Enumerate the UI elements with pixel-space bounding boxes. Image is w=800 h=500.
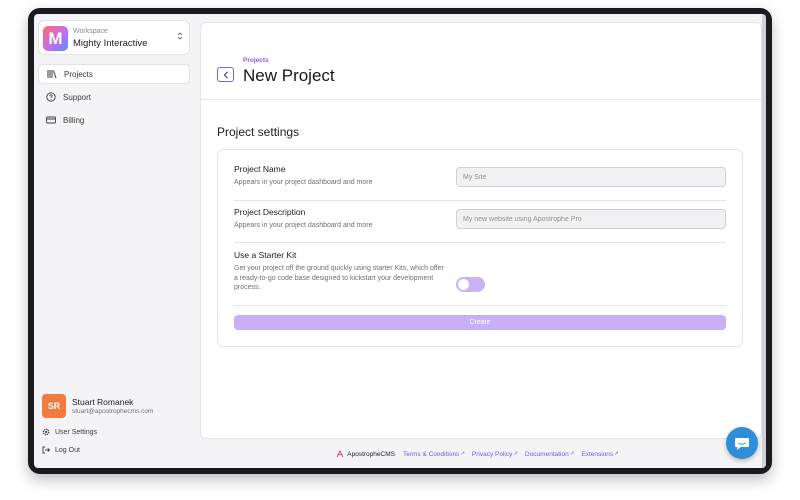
chat-bubble-icon (735, 437, 749, 450)
chat-button[interactable] (726, 427, 758, 459)
workspace-switcher[interactable]: M Workspace Mighty Interactive (38, 20, 190, 55)
divider (234, 200, 726, 201)
avatar: SR (42, 394, 66, 418)
user-profile: SR Stuart Romanek stuart@apostrophecms.c… (42, 394, 192, 420)
extensions-link[interactable]: Extensions ↗ (581, 451, 618, 458)
sidebar-item-label: Projects (64, 69, 93, 79)
extensions-link-label: Extensions (581, 450, 614, 458)
terms-link-label: Terms & Conditions (402, 450, 460, 458)
library-icon (47, 69, 57, 79)
main-panel: Projects New Project Project settings Pr… (200, 22, 762, 439)
sidebar-item-label: Support (63, 92, 92, 102)
user-name: Stuart Romanek (72, 397, 134, 407)
page-header: Projects New Project (201, 23, 761, 100)
user-settings-link[interactable]: User Settings (42, 428, 97, 436)
divider (234, 305, 726, 306)
workspace-caption: Workspace (73, 28, 108, 35)
project-name-help: Appears in your project dashboard and mo… (234, 179, 373, 186)
back-button[interactable] (217, 67, 234, 82)
toggle-knob (458, 279, 469, 290)
documentation-link[interactable]: Documentation ↗ (525, 451, 574, 458)
sidebar-item-support[interactable]: Support (38, 87, 190, 107)
logout-icon (42, 446, 50, 454)
create-button[interactable]: Create (234, 315, 726, 330)
app-window: M Workspace Mighty Interactive Projects … (34, 14, 766, 468)
help-icon (46, 92, 56, 102)
privacy-link[interactable]: Privacy Policy ↗ (472, 451, 518, 458)
footer-brand-label: ApostropheCMS (347, 450, 395, 458)
footer-brand[interactable]: ApostropheCMS (336, 450, 395, 458)
credit-card-icon (46, 115, 56, 125)
external-link-icon: ↗ (569, 451, 575, 457)
footer: ApostropheCMS Terms & Conditions ↗ Privac… (200, 448, 762, 460)
sidebar-item-label: Billing (63, 115, 85, 125)
sidebar-nav: Projects Support Billing (38, 64, 190, 133)
project-description-help: Appears in your project dashboard and mo… (234, 222, 373, 229)
chevron-updown-icon (177, 31, 183, 42)
logout-link[interactable]: Log Out (42, 446, 80, 454)
section-title: Project settings (217, 125, 300, 139)
page-title: New Project (243, 66, 335, 85)
starter-kit-toggle[interactable] (456, 277, 485, 292)
sidebar-item-billing[interactable]: Billing (38, 110, 190, 130)
sidebar-item-projects[interactable]: Projects (38, 64, 190, 84)
workspace-name: Mighty Interactive (73, 38, 148, 49)
external-link-icon: ↗ (460, 451, 465, 457)
chevron-left-icon (223, 70, 228, 79)
user-settings-label: User Settings (55, 428, 98, 436)
gear-icon (42, 428, 50, 436)
breadcrumb[interactable]: Projects (243, 57, 269, 64)
sidebar: M Workspace Mighty Interactive Projects … (34, 14, 196, 468)
project-description-input[interactable] (456, 209, 726, 229)
project-name-input[interactable] (456, 167, 726, 187)
scrollbar[interactable] (762, 14, 766, 468)
apostrophe-logo-icon (336, 450, 344, 458)
external-link-icon: ↗ (614, 451, 619, 457)
settings-card: Project Name Appears in your project das… (217, 149, 743, 347)
starter-kit-help: Get your project off the ground quickly … (234, 265, 444, 291)
user-email: stuart@apostrophecms.com (72, 408, 154, 415)
starter-kit-label: Use a Starter Kit (234, 250, 297, 260)
privacy-link-label: Privacy Policy (471, 450, 513, 458)
workspace-logo: M (43, 26, 68, 51)
documentation-link-label: Documentation (525, 450, 569, 458)
terms-link[interactable]: Terms & Conditions ↗ (403, 451, 465, 458)
divider (234, 242, 726, 243)
logout-label: Log Out (55, 446, 80, 454)
external-link-icon: ↗ (513, 451, 518, 457)
